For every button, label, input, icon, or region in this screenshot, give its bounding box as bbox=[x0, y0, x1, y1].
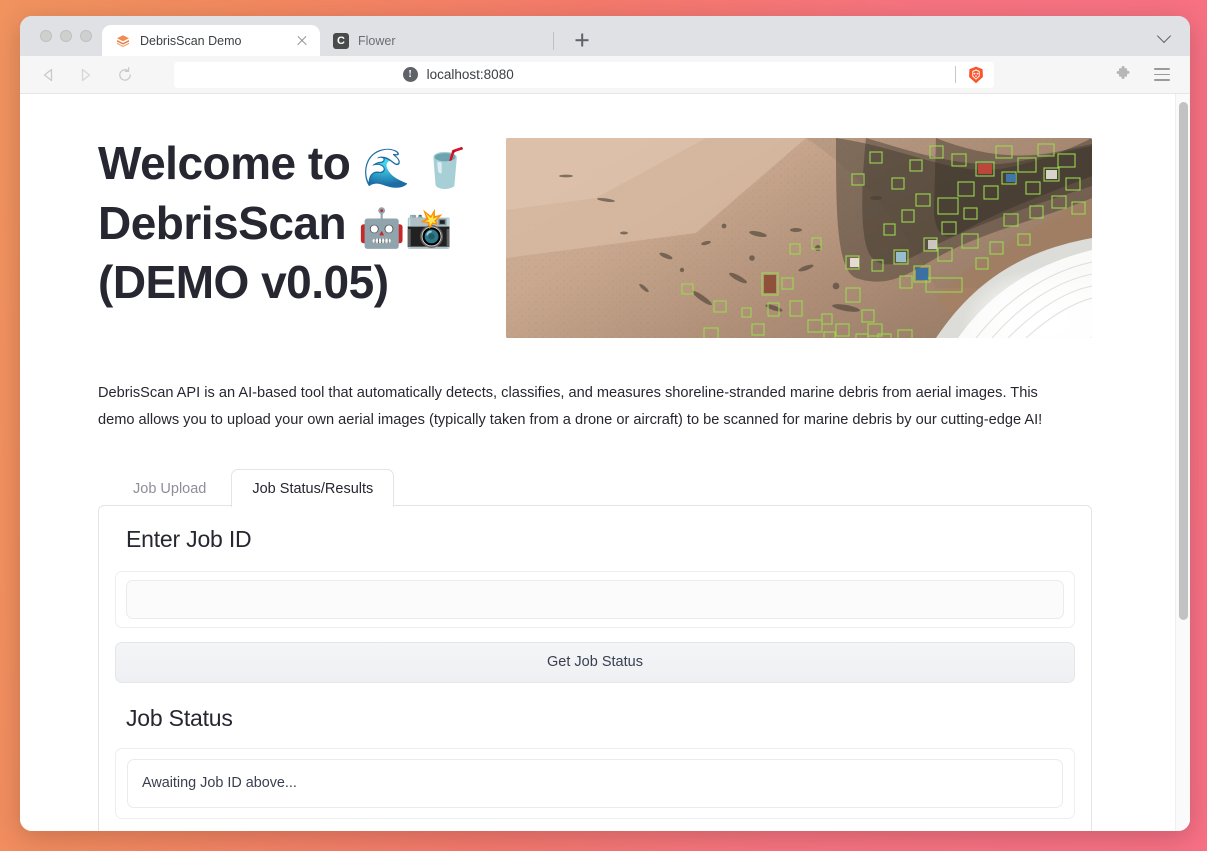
navigation-buttons bbox=[34, 66, 134, 84]
browser-toolbar: ! localhost:8080 bbox=[20, 56, 1190, 94]
app-description: DebrisScan API is an AI-based tool that … bbox=[98, 385, 1043, 428]
browser-tab-flower[interactable]: C Flower bbox=[320, 25, 550, 56]
debrisscan-hex-icon bbox=[115, 33, 131, 49]
not-secure-icon[interactable]: ! bbox=[402, 67, 418, 82]
page-title-line-3: (DEMO v0.05) bbox=[98, 256, 389, 309]
toolbar-actions bbox=[1115, 65, 1176, 83]
streamlit-app: Welcome to 🌊 🥤 DebrisScan 🤖📸 (DEMO v0.05… bbox=[20, 94, 1175, 831]
chevron-down-icon[interactable] bbox=[1158, 29, 1172, 43]
back-arrow-icon[interactable] bbox=[40, 66, 58, 84]
reload-icon[interactable] bbox=[116, 66, 134, 84]
tab-list: Job Upload Job Status/Results bbox=[98, 468, 1092, 507]
enter-job-id-heading: Enter Job ID bbox=[126, 525, 252, 552]
puzzle-piece-icon[interactable] bbox=[1115, 65, 1132, 83]
letter-c-icon: C bbox=[333, 32, 349, 49]
robot-emoji-icon: 🤖 bbox=[358, 207, 406, 250]
maximize-window-button[interactable] bbox=[80, 30, 92, 42]
tab-job-upload[interactable]: Job Upload bbox=[112, 469, 227, 507]
tab-divider bbox=[553, 32, 554, 50]
hero-section: Welcome to 🌊 🥤 DebrisScan 🤖📸 (DEMO v0.05… bbox=[98, 130, 1175, 338]
page-title: Welcome to 🌊 🥤 DebrisScan 🤖📸 (DEMO v0.05… bbox=[98, 130, 488, 312]
hamburger-menu-icon[interactable] bbox=[1154, 68, 1170, 81]
forward-arrow-icon[interactable] bbox=[76, 66, 94, 84]
aerial-beach-debris-detection-image bbox=[506, 138, 1092, 338]
page-viewport: Welcome to 🌊 🥤 DebrisScan 🤖📸 (DEMO v0.05… bbox=[20, 94, 1190, 831]
address-bar-divider bbox=[955, 66, 956, 83]
page-scrollbar[interactable] bbox=[1175, 94, 1190, 831]
job-id-field-container bbox=[115, 570, 1075, 628]
close-window-button[interactable] bbox=[40, 30, 52, 42]
camera-flash-emoji-icon: 📸 bbox=[405, 207, 453, 250]
page-title-line-1: Welcome to bbox=[98, 137, 351, 189]
page-title-line-2: DebrisScan bbox=[98, 196, 347, 249]
scrollbar-thumb[interactable] bbox=[1179, 102, 1188, 620]
address-bar[interactable]: ! localhost:8080 bbox=[174, 61, 994, 88]
window-controls[interactable] bbox=[32, 16, 102, 56]
job-status-text: Awaiting Job ID above... bbox=[127, 758, 1063, 808]
job-status-heading: Job Status bbox=[126, 704, 233, 731]
job-status-panel: Enter Job ID Get Job Status Job Status A… bbox=[98, 504, 1092, 831]
new-tab-button[interactable] bbox=[568, 26, 596, 54]
app-tabs: Job Upload Job Status/Results Enter Job … bbox=[98, 468, 1092, 831]
tab-title: Flower bbox=[358, 33, 396, 48]
tab-strip-actions bbox=[1158, 16, 1190, 56]
job-status-container: Awaiting Job ID above... bbox=[115, 747, 1075, 819]
minimize-window-button[interactable] bbox=[60, 30, 72, 42]
job-id-input[interactable] bbox=[126, 579, 1064, 619]
tab-title: DebrisScan Demo bbox=[140, 33, 242, 48]
address-bar-content: ! localhost:8080 bbox=[402, 67, 514, 82]
cup-with-straw-emoji-icon: 🥤 bbox=[421, 148, 469, 190]
close-tab-icon[interactable] bbox=[294, 33, 310, 49]
browser-tab-debrisscan-demo[interactable]: DebrisScan Demo bbox=[102, 25, 320, 56]
brave-lion-icon[interactable] bbox=[966, 65, 986, 85]
web-page: Welcome to 🌊 🥤 DebrisScan 🤖📸 (DEMO v0.05… bbox=[20, 94, 1175, 831]
ocean-wave-emoji-icon: 🌊 bbox=[362, 148, 410, 190]
get-job-status-button[interactable]: Get Job Status bbox=[115, 641, 1075, 683]
browser-tab-strip: DebrisScan Demo C Flower bbox=[20, 16, 1190, 56]
tab-job-status-results[interactable]: Job Status/Results bbox=[231, 468, 395, 507]
browser-window: DebrisScan Demo C Flower ! localhost:808… bbox=[20, 16, 1190, 831]
url-text: localhost:8080 bbox=[426, 67, 514, 82]
